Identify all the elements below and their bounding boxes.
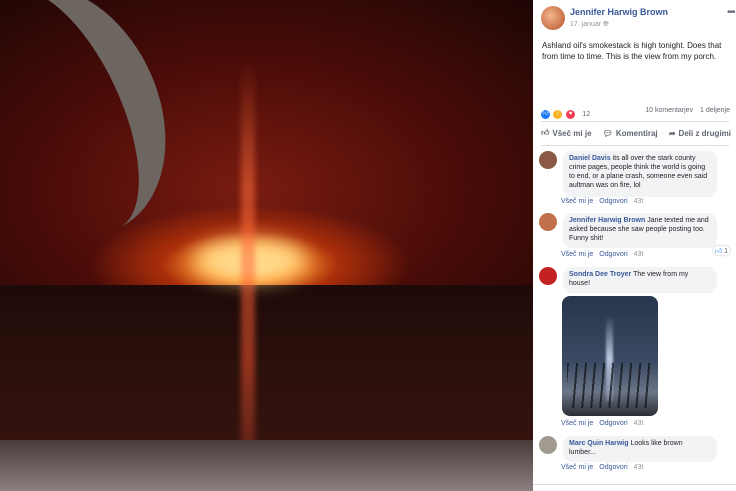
share-button[interactable]: ➦ Deli z drugimi [669,124,731,142]
post-stats: 10 komentarjev 1 deljenje [640,107,730,114]
comment-like-link[interactable]: Všeč mi je [561,464,593,471]
globe-icon: 🌐︎ [603,21,609,28]
comment-author[interactable]: Sondra Dee Troyer [569,271,631,278]
comment-bubble: Sondra Dee Troyer The view from my house… [563,267,717,293]
thumbs-up-icon: 👍︎ [541,128,550,137]
post-actions: 👍︎ Všeč mi je 💬︎ Komentiraj ➦ Deli z dru… [541,124,731,142]
comment-actions: Všeč mi je Odgovori 43t [561,420,647,427]
write-comment-bar[interactable] [533,484,736,491]
shares-count-link[interactable]: 1 deljenje [700,107,730,114]
photo-snow [0,440,533,491]
comment-time[interactable]: 43t [634,420,644,427]
love-reaction-icon: ♥ [565,110,575,120]
comment-button[interactable]: 💬︎ Komentiraj [603,124,658,142]
comment-like-count: 1 [724,248,728,255]
post-side-panel: Jennifer Harwig Brown 17. januar 🌐︎ ••• … [533,0,736,491]
comment-reply-link[interactable]: Odgovori [599,251,627,258]
comment-time[interactable]: 43t [634,251,644,258]
comment-like-link[interactable]: Všeč mi je [561,198,593,205]
post-header: Jennifer Harwig Brown 17. januar 🌐︎ ••• [541,6,735,32]
comment: Sondra Dee Troyer The view from my house… [539,267,729,293]
reactions-count: 12 [582,111,591,119]
post-date[interactable]: 17. januar [570,21,601,28]
comments-count-link[interactable]: 10 komentarjev [645,107,693,114]
post-author[interactable]: Jennifer Harwig Brown [570,7,668,17]
like-reaction-icon: 👍︎ [714,248,723,255]
commenter-avatar[interactable] [539,436,557,454]
comment-author[interactable]: Daniel Davis [569,155,611,162]
comment-icon: 💬︎ [602,128,613,138]
photo-light-pillar [241,60,255,490]
comment-time[interactable]: 43t [634,464,644,471]
like-button[interactable]: 👍︎ Všeč mi je [541,124,592,142]
like-button-label: Všeč mi je [552,128,592,138]
comment: Daniel Davis its all over the stark coun… [539,151,729,201]
comment-bubble: Daniel Davis its all over the stark coun… [563,151,717,197]
comment-author[interactable]: Marc Quin Harwig [569,440,629,447]
comment-like-badge[interactable]: 👍︎ 1 [712,246,730,255]
reactions-summary[interactable]: 👍︎ ! ♥ 12 [541,106,591,120]
comment-reply-link[interactable]: Odgovori [599,198,627,205]
comment-bubble: Marc Quin Harwig Looks like brown lumber… [563,436,717,462]
comment-time[interactable]: 43t [634,198,644,205]
commenter-avatar[interactable] [539,213,557,231]
comment-reply-link[interactable]: Odgovori [599,464,627,471]
comment: Marc Quin Harwig Looks like brown lumber… [539,436,729,462]
post-text: Ashland oil's smokestack is high tonight… [542,41,722,61]
divider [541,145,729,146]
comment-like-link[interactable]: Všeč mi je [561,251,593,258]
comment-actions: Všeč mi je Odgovori 43t [561,464,647,471]
more-options-icon[interactable]: ••• [727,7,735,18]
photo-tree-branch [0,0,205,268]
commenter-avatar[interactable] [539,151,557,169]
like-reaction-icon: 👍︎ [541,110,550,120]
share-button-label: Deli z drugimi [678,128,731,138]
divider [541,121,729,122]
comment-button-label: Komentiraj [615,128,658,138]
author-avatar[interactable] [541,6,565,30]
comment: Jennifer Harwig Brown Jane texted me and… [539,213,729,249]
comment-actions: Všeč mi je Odgovori 43t [561,198,647,205]
comment-author[interactable]: Jennifer Harwig Brown [569,217,645,224]
comment-reply-link[interactable]: Odgovori [599,420,627,427]
post-meta: 17. januar 🌐︎ [570,21,609,29]
comment-photo-trees [567,363,652,408]
wow-reaction-icon: ! [553,110,563,120]
comment-bubble: Jennifer Harwig Brown Jane texted me and… [563,213,717,248]
comment-like-link[interactable]: Všeč mi je [561,420,593,427]
commenter-avatar[interactable] [539,267,557,285]
comment-actions: Všeč mi je Odgovori 43t [561,251,647,258]
comment-photo[interactable] [562,296,658,416]
post-photo[interactable] [0,0,533,491]
share-icon: ➦ [668,128,676,138]
